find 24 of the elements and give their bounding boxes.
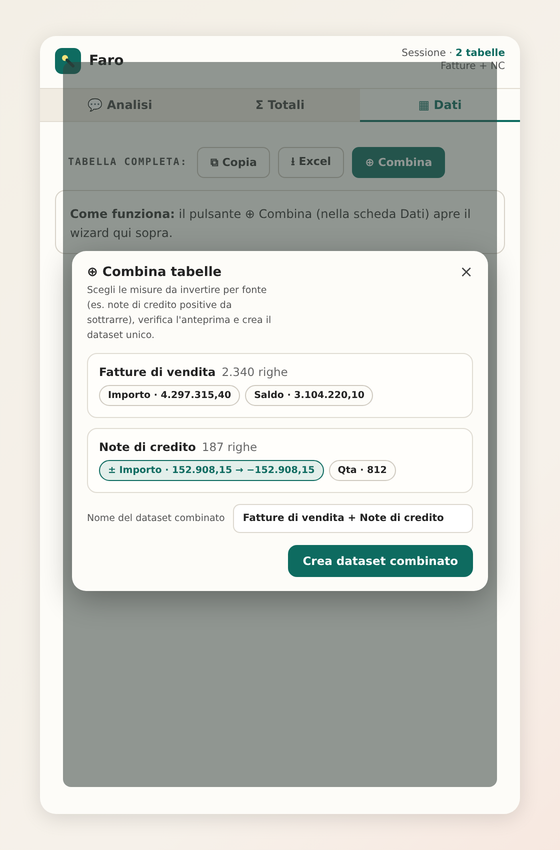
dialog-title: ⊕ Combina tabelle <box>87 265 222 280</box>
row-count: 2.340 righe <box>222 365 288 379</box>
source-name: Fatture di vendita <box>99 365 216 379</box>
field-label: Nome del dataset combinato <box>87 513 225 524</box>
tab[interactable]: ▦ Dati <box>360 89 520 122</box>
session-summary: Sessione · 2 tabelle <box>402 48 505 59</box>
tab[interactable]: 💬 Analisi <box>40 89 200 122</box>
app-name: Faro <box>89 53 124 69</box>
source-name: Note di credito <box>99 440 196 454</box>
measure-chip[interactable]: Qta · 812 <box>328 460 396 481</box>
measure-chip[interactable]: Saldo · 3.104.220,10 <box>245 385 374 406</box>
tab[interactable]: Σ Totali <box>200 89 360 122</box>
measure-chip[interactable]: ± Importo · 152.908,15 → −152.908,15 <box>99 460 324 481</box>
combine-button[interactable]: ⊕ Combina <box>352 147 446 178</box>
row-count: 187 righe <box>202 440 258 454</box>
toolbar-button[interactable]: ⭳ Excel <box>278 147 344 178</box>
toolbar-button[interactable]: ⧉ Copia <box>197 147 270 178</box>
toolbar-label: TABELLA COMPLETA: <box>68 157 188 168</box>
flashlight-icon <box>55 48 81 74</box>
create-button[interactable]: Crea dataset combinato <box>288 545 473 577</box>
dataset-name-field[interactable]: Fatture di vendita + Note di credito <box>232 504 473 533</box>
dialog-description: Scegli le misure da invertire per fonte (es. note di credito positive da sottrarre), verifica l'anteprima e crea il dataset unico. <box>87 284 272 343</box>
close-button[interactable]: × <box>460 265 473 279</box>
measure-chip[interactable]: Importo · 4.297.315,40 <box>99 385 240 406</box>
